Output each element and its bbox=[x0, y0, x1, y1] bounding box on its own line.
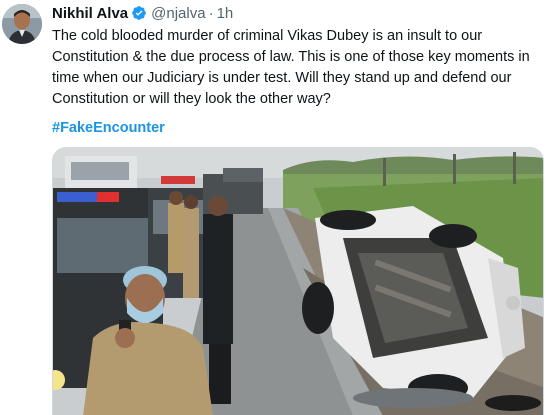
tweet-header: Nikhil Alva @njalva · 1h bbox=[52, 5, 233, 26]
author-handle[interactable]: @njalva bbox=[151, 5, 205, 22]
verified-badge-icon bbox=[131, 5, 147, 26]
separator-dot: · bbox=[208, 5, 214, 22]
timestamp[interactable]: 1h bbox=[217, 5, 234, 22]
author-name[interactable]: Nikhil Alva bbox=[52, 5, 128, 22]
avatar[interactable] bbox=[2, 4, 42, 44]
tweet: Nikhil Alva @njalva · 1h The cold blooded m… bbox=[0, 0, 555, 415]
tweet-media-photo[interactable] bbox=[52, 147, 544, 415]
hashtag-link[interactable]: #FakeEncounter bbox=[52, 120, 165, 136]
tweet-text: The cold blooded murder of criminal Vika… bbox=[52, 28, 530, 107]
